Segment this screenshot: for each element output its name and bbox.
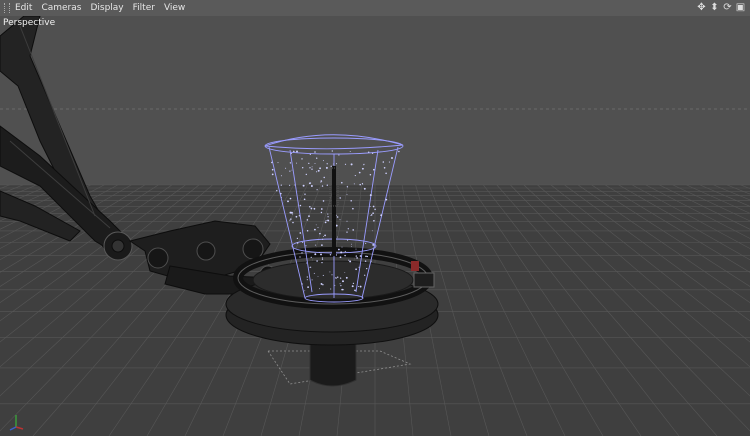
viewport-menubar: Edit Cameras Display Filter View ✥ ⬍ ⟳ ▣ bbox=[0, 0, 750, 17]
menu-edit[interactable]: Edit bbox=[15, 0, 32, 16]
perspective-viewport[interactable]: Perspective bbox=[0, 16, 750, 436]
menu-filter[interactable]: Filter bbox=[133, 0, 155, 16]
toggle-layout-icon[interactable]: ▣ bbox=[735, 1, 746, 14]
menu-cameras[interactable]: Cameras bbox=[41, 0, 81, 16]
grip-handle[interactable] bbox=[4, 3, 10, 13]
3d-scene bbox=[0, 16, 750, 436]
view-navigation-icons: ✥ ⬍ ⟳ ▣ bbox=[696, 1, 746, 14]
axis-gizmo bbox=[9, 415, 24, 431]
menu-display[interactable]: Display bbox=[90, 0, 123, 16]
dolly-view-icon[interactable]: ⬍ bbox=[709, 1, 720, 14]
move-view-icon[interactable]: ✥ bbox=[696, 1, 707, 14]
viewport-camera-label: Perspective bbox=[3, 18, 56, 28]
menu-view[interactable]: View bbox=[164, 0, 185, 16]
rotate-view-icon[interactable]: ⟳ bbox=[722, 1, 733, 14]
